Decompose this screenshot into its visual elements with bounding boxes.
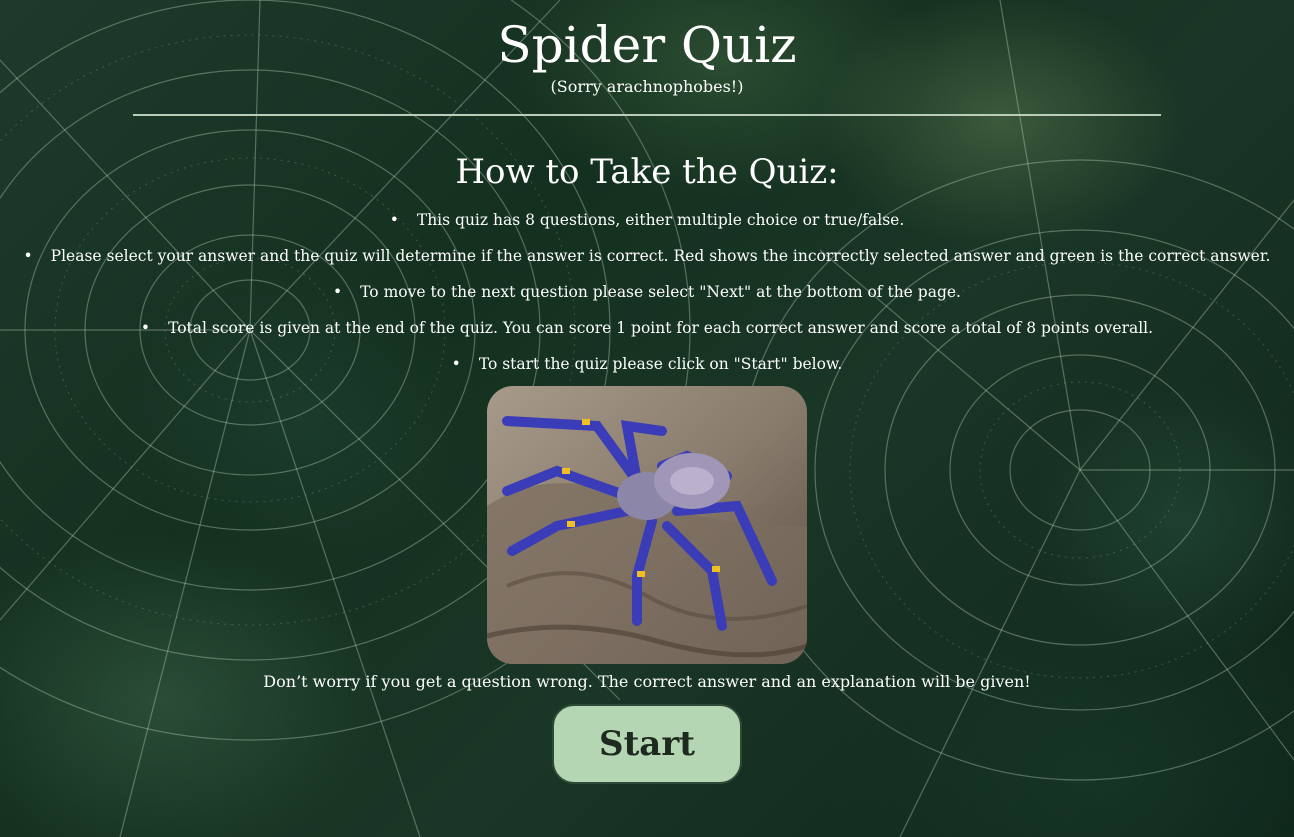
instruction-item: • Total score is given at the end of the … <box>0 310 1294 346</box>
bullet-icon: • <box>451 355 461 373</box>
page-title: Spider Quiz <box>497 16 797 74</box>
tarantula-image <box>487 386 807 664</box>
reassurance-note: Don’t worry if you get a question wrong.… <box>263 672 1031 691</box>
bullet-icon: • <box>389 211 399 229</box>
instruction-item: • This quiz has 8 questions, either multi… <box>0 202 1294 238</box>
bullet-icon: • <box>23 247 33 265</box>
quiz-intro: Spider Quiz (Sorry arachnophobes!) How t… <box>0 0 1294 784</box>
bullet-icon: • <box>140 319 151 337</box>
bullet-icon: • <box>333 283 343 301</box>
page-subtitle: (Sorry arachnophobes!) <box>550 77 744 96</box>
header-divider <box>133 114 1161 116</box>
start-button[interactable]: Start <box>552 704 742 784</box>
instructions-heading: How to Take the Quiz: <box>455 152 839 192</box>
instruction-item: • To move to the next question please sel… <box>0 274 1294 310</box>
instructions-list: • This quiz has 8 questions, either multi… <box>0 202 1294 382</box>
instruction-item: • Please select your answer and the quiz … <box>0 238 1294 274</box>
instruction-item: • To start the quiz please click on "Star… <box>0 346 1294 382</box>
